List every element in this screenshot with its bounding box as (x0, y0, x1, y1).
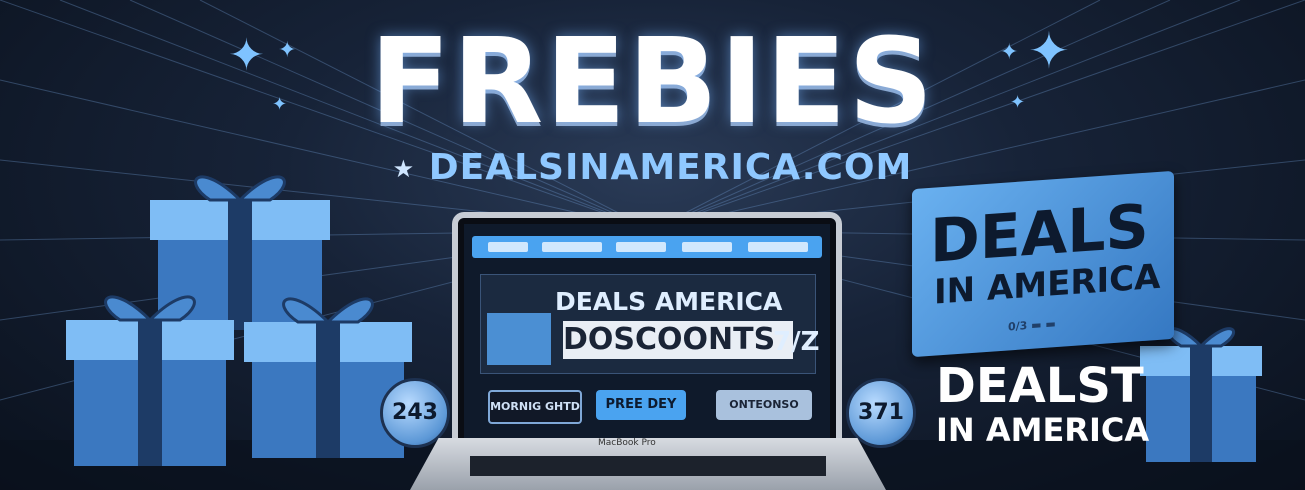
hero-heading: DEALS AMERICA (555, 287, 783, 316)
screen-button-2[interactable]: PREE DEY (596, 390, 686, 420)
gift-box-icon (66, 295, 234, 466)
laptop-screen: DEALS AMERICA DOSCOONTS 7/Z MORNIG GHTD … (464, 224, 830, 438)
screen-button-1[interactable]: MORNIG GHTD (488, 390, 582, 424)
lower-line-1: DEALST (936, 358, 1144, 414)
promo-banner: ✦ ✦ ✦ ✦ ✦ ✦ FREBIES ★ DEALSINAMERICA.COM… (0, 0, 1305, 490)
screen-hero: DEALS AMERICA DOSCOONTS 7/Z (480, 274, 820, 374)
hero-thumbnail (487, 313, 551, 365)
site-url: DEALSINAMERICA.COM (428, 147, 913, 188)
hero-subheading-text: DOSCOONTS (563, 322, 776, 357)
laptop-keyboard (470, 456, 826, 476)
badge-coin: 243 (380, 378, 450, 448)
hero-number: 7/Z (773, 327, 820, 357)
screen-navbar (472, 236, 822, 258)
lower-heading: DEALST IN AMERICA (936, 362, 1149, 446)
laptop-icon: DEALS AMERICA DOSCOONTS 7/Z MORNIG GHTD … (452, 212, 842, 450)
badge-coin: 371 (846, 378, 916, 448)
lower-line-2: IN AMERICA (936, 411, 1150, 449)
hero-subheading: DOSCOONTS (563, 321, 793, 359)
banner-title: FREBIES (369, 12, 936, 150)
star-icon: ★ (392, 155, 416, 183)
laptop-brand: MacBook Pro (598, 438, 656, 448)
sign-footer: 0/3 ▬ ▬ (1008, 317, 1056, 334)
screen-button-3[interactable]: ONTEONSO (716, 390, 812, 420)
deals-sign: DEALS IN AMERICA 0/3 ▬ ▬ (912, 170, 1174, 358)
